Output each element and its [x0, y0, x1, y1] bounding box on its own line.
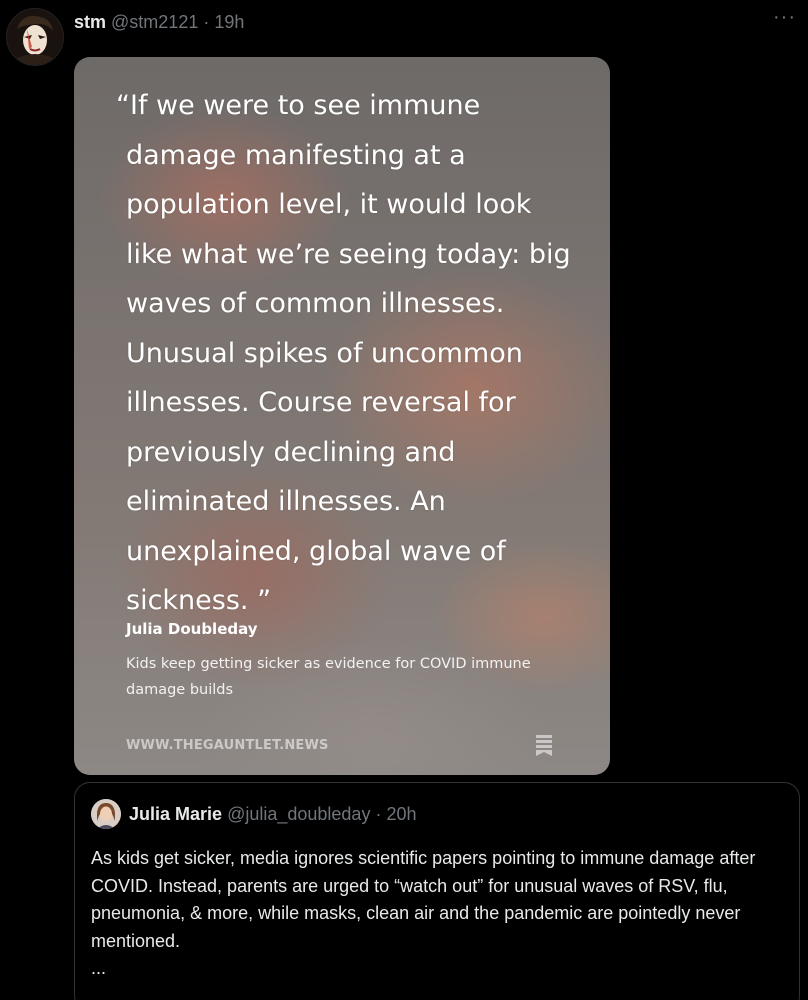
quoted-post-timestamp[interactable]: 20h — [386, 804, 416, 824]
truncation-ellipsis: ... — [91, 958, 107, 978]
author-avatar[interactable] — [6, 8, 64, 66]
quote-author: Julia Doubleday — [126, 620, 258, 638]
tweet-header: stm @stm2121 · 19h — [74, 10, 244, 34]
post-timestamp[interactable]: 19h — [214, 12, 244, 32]
article-title: Kids keep getting sicker as evidence for… — [126, 656, 531, 698]
more-options-button[interactable]: ··· — [773, 6, 796, 29]
quoted-author-display-name[interactable]: Julia Marie — [129, 804, 222, 824]
author-handle[interactable]: @stm2121 — [111, 12, 198, 32]
separator-dot: · — [375, 804, 382, 824]
quoted-author-avatar[interactable] — [91, 799, 121, 829]
attached-image[interactable]: “If we were to see immune damage manifes… — [74, 57, 610, 775]
site-url: WWW.THEGAUNTLET.NEWS — [126, 738, 329, 753]
author-display-name[interactable]: stm — [74, 12, 106, 32]
tweet: stm @stm2121 · 19h ··· “If we were to se… — [0, 0, 808, 1000]
quoted-tweet-text: As kids get sicker, media ignores scient… — [91, 848, 756, 951]
bookmark-icon — [536, 735, 552, 756]
quoted-author-handle[interactable]: @julia_doubleday — [227, 804, 370, 824]
quote-text: “If we were to see immune damage manifes… — [116, 90, 571, 616]
quoted-tweet-header: Julia Marie @julia_doubleday · 20h — [129, 804, 417, 825]
separator-dot: · — [203, 12, 210, 32]
quoted-tweet[interactable]: Julia Marie @julia_doubleday · 20h As ki… — [74, 782, 800, 1000]
